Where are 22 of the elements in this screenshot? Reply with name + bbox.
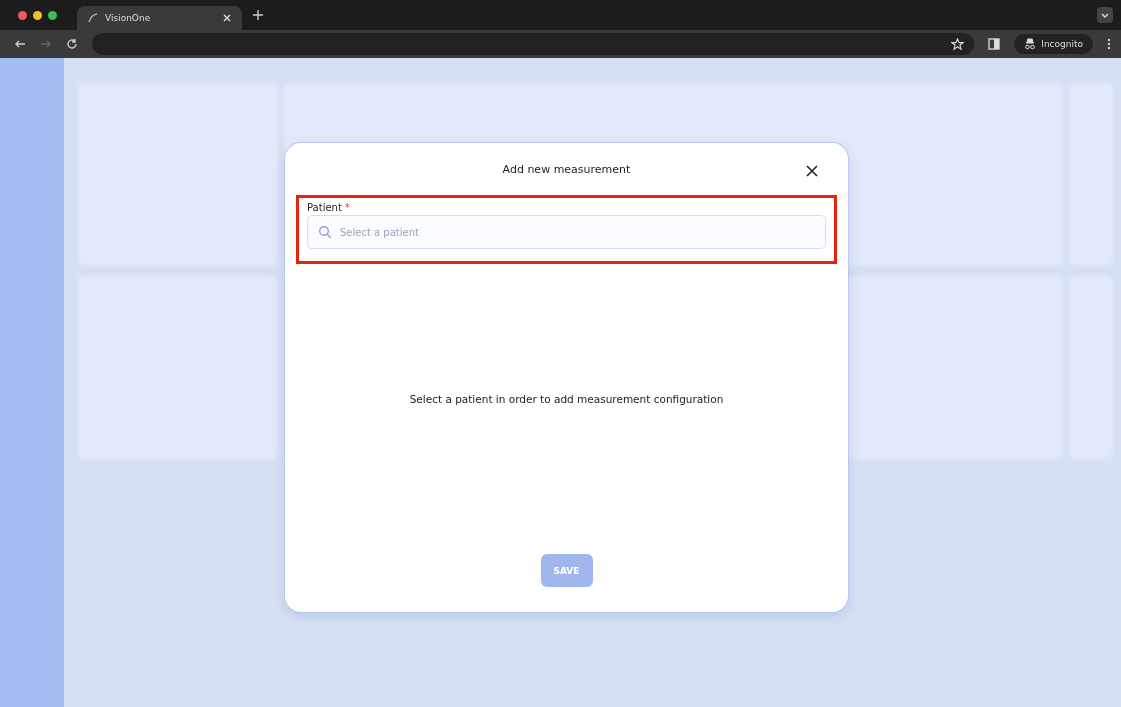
close-icon[interactable]: [805, 164, 819, 178]
required-mark: *: [344, 202, 350, 213]
browser-tab[interactable]: VisionOne: [77, 6, 242, 30]
close-window-icon[interactable]: [18, 10, 27, 20]
empty-state-message: Select a patient in order to add measurement configuration: [408, 392, 725, 407]
back-icon[interactable]: [14, 38, 26, 50]
field-label: Patient: [307, 202, 342, 213]
bookmark-star-icon[interactable]: [951, 37, 965, 51]
new-tab-icon[interactable]: [252, 9, 264, 21]
more-menu-icon[interactable]: [1107, 38, 1111, 50]
close-tab-icon[interactable]: [222, 13, 232, 23]
tab-search-chevron-icon[interactable]: [1097, 7, 1113, 23]
tab-title: VisionOne: [105, 13, 152, 23]
reload-icon[interactable]: [66, 38, 78, 50]
dialog-title: Add new measurement: [502, 162, 631, 176]
side-panel-icon[interactable]: [988, 38, 1001, 50]
patient-search-field[interactable]: Select a patient: [307, 215, 826, 249]
maximize-window-icon[interactable]: [48, 10, 57, 20]
incognito-profile-button[interactable]: Incognito: [1014, 34, 1093, 54]
minimize-window-icon[interactable]: [33, 10, 42, 20]
swoosh-icon: [87, 12, 99, 24]
incognito-icon: [1024, 38, 1037, 50]
